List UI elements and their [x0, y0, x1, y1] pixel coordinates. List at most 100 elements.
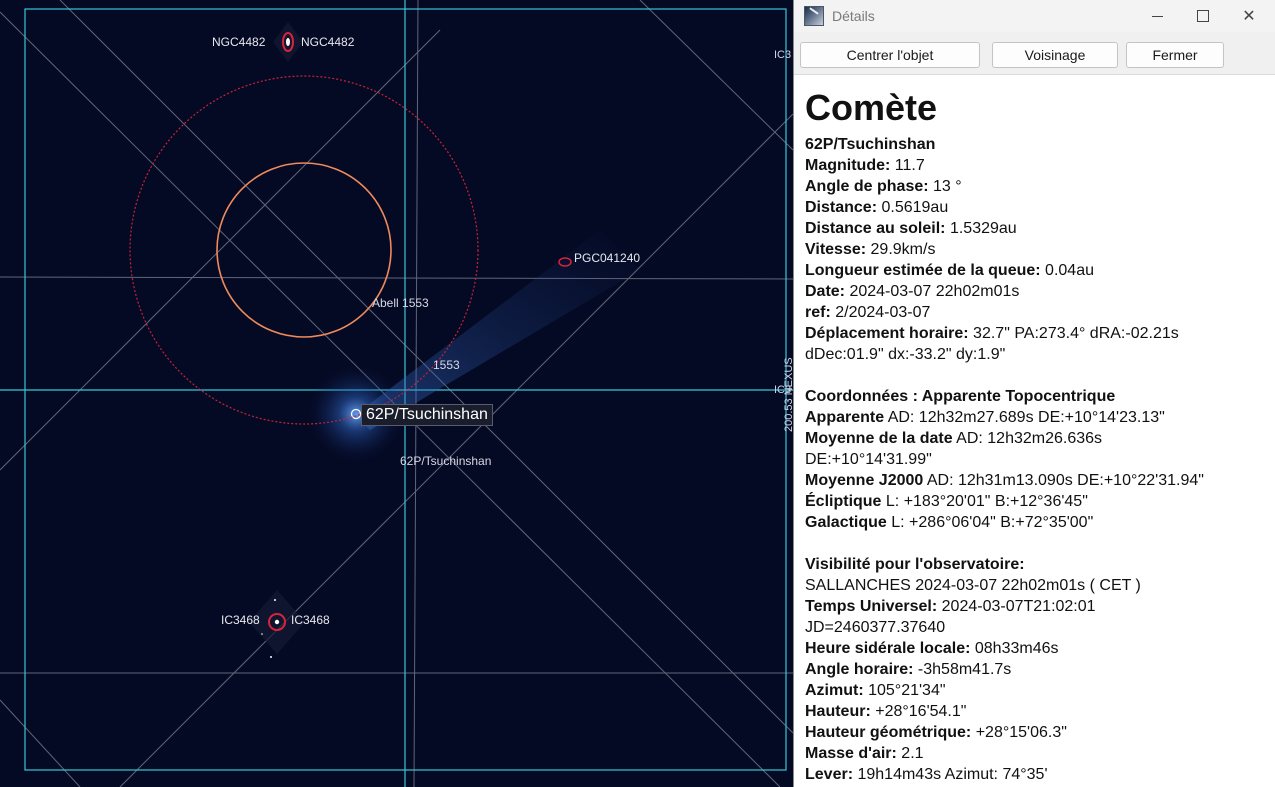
neighborhood-button[interactable]: Voisinage [992, 42, 1118, 68]
visibility-label: Azimut: [805, 682, 864, 699]
coordinate-row: Galactique L: +286°06'04" B:+72°35'00" [805, 512, 1273, 533]
visibility-row: Masse d'air: 2.1 [805, 743, 1273, 764]
coordinate-label: Galactique [805, 514, 887, 531]
property-row: Angle de phase: 13 ° [805, 176, 1273, 197]
coordinate-row: Écliptique L: +183°20'01" B:+12°36'45" [805, 491, 1273, 512]
property-label: Magnitude: [805, 157, 891, 174]
visibility-label: Heure sidérale locale: [805, 640, 971, 657]
visibility-value: 2024-03-07T21:02:01 [937, 598, 1096, 615]
property-row: dDec:01.9" dx:-33.2" dy:1.9" [805, 344, 1273, 365]
coordinate-label: Coordonnées : Apparente Topocentrique [805, 388, 1116, 405]
property-value: 0.04au [1040, 262, 1094, 279]
coordinate-label: Écliptique [805, 493, 882, 510]
visibility-label: Masse d'air: [805, 745, 897, 762]
maximize-button[interactable] [1180, 0, 1226, 32]
property-value: 0.5619au [877, 199, 949, 216]
center-object-button[interactable]: Centrer l'objet [800, 42, 980, 68]
property-row: Déplacement horaire: 32.7" PA:273.4° dRA… [805, 323, 1273, 344]
visibility-row: JD=2460377.37640 [805, 617, 1273, 638]
visibility-row: Angle horaire: -3h58m41.7s [805, 659, 1273, 680]
coordinate-row: Coordonnées : Apparente Topocentrique [805, 386, 1273, 407]
visibility-value: 19h14m43s Azimut: 74°35' [853, 766, 1048, 783]
property-value: 2/2024-03-07 [830, 304, 931, 321]
coordinate-row: Moyenne J2000 AD: 12h31m13.090s DE:+10°2… [805, 470, 1273, 491]
label-1553: 1553 [433, 358, 460, 372]
coordinate-row: DE:+10°14'31.99" [805, 449, 1273, 470]
sky-chart[interactable]: NGC4482 NGC4482 IC3468 IC3468 PGC041240 … [0, 0, 795, 787]
toolbar: Centrer l'objet Voisinage Fermer [794, 32, 1275, 75]
minimize-icon [1151, 15, 1163, 17]
property-row: Magnitude: 11.7 [805, 155, 1273, 176]
visibility-row: Temps Universel: 2024-03-07T21:02:01 [805, 596, 1273, 617]
property-label: Date: [805, 283, 846, 300]
coordinate-value: L: +286°06'04" B:+72°35'00" [886, 514, 1094, 531]
visibility-value: -3h58m41.7s [913, 661, 1012, 678]
label-comet-small: 62P/Tsuchinshan [400, 454, 492, 468]
visibility-label: Visibilité pour l'observatoire: [805, 556, 1025, 573]
visibility-row: Azimut: 105°21'34" [805, 680, 1273, 701]
property-value: 1.5329au [945, 220, 1017, 237]
ngc4482-galaxy [273, 22, 303, 62]
label-edge-ic-top: IC3 [774, 49, 792, 61]
property-row: Vitesse: 29.9km/s [805, 239, 1273, 260]
coordinate-value: AD: 12h31m13.090s DE:+10°22'31.94" [923, 472, 1204, 489]
visibility-value: +28°16'54.1" [870, 703, 967, 720]
sky-chart-canvas[interactable] [0, 0, 793, 787]
coordinate-value: L: +183°20'01" B:+12°36'45" [881, 493, 1088, 510]
close-icon: ✕ [1242, 8, 1256, 25]
window-title: Détails [832, 8, 875, 24]
visibility-value: 2.1 [896, 745, 924, 762]
visibility-row: Heure sidérale locale: 08h33m46s [805, 638, 1273, 659]
coordinate-label: Moyenne de la date [805, 430, 953, 447]
coordinate-row: Apparente AD: 12h32m27.689s DE:+10°14'23… [805, 407, 1273, 428]
property-value: 2024-03-07 22h02m01s [845, 283, 1020, 300]
label-pgc041240: PGC041240 [574, 251, 641, 265]
label-ngc4482-left: NGC4482 [212, 35, 266, 49]
visibility-label: Hauteur géométrique: [805, 724, 972, 741]
coordinate-label: Apparente [805, 409, 885, 426]
visibility-row: Hauteur géométrique: +28°15'06.3" [805, 722, 1273, 743]
property-row: Date: 2024-03-07 22h02m01s [805, 281, 1273, 302]
comet-name-tag[interactable]: 62P/Tsuchinshan [361, 404, 493, 426]
object-type-heading: Comète [805, 87, 938, 128]
property-label: Distance: [805, 199, 878, 216]
property-value: 32.7" PA:273.4° dRA:-02.21s [968, 325, 1179, 342]
visibility-value: JD=2460377.37640 [805, 619, 946, 636]
visibility-row: Lever: 19h14m43s Azimut: 74°35' [805, 764, 1273, 785]
close-window-button[interactable]: ✕ [1226, 0, 1272, 32]
abell-inner-circle [216, 162, 392, 338]
property-row: ref: 2/2024-03-07 [805, 302, 1273, 323]
visibility-label: Temps Universel: [805, 598, 938, 615]
details-window: Détails ✕ Centrer l'objet Voisinage Ferm… [793, 0, 1275, 787]
label-abell-1553: Abell 1553 [372, 296, 429, 310]
minimize-button[interactable] [1134, 0, 1180, 32]
visibility-value: 105°21'34" [863, 682, 946, 699]
label-ic3468-right: IC3468 [291, 613, 330, 627]
close-button[interactable]: Fermer [1126, 42, 1224, 68]
property-row: Distance: 0.5619au [805, 197, 1273, 218]
label-ngc4482-right: NGC4482 [301, 35, 355, 49]
visibility-value: SALLANCHES 2024-03-07 22h02m01s ( CET ) [805, 577, 1141, 594]
visibility-label: Angle horaire: [805, 661, 914, 678]
coordinate-label: Moyenne J2000 [805, 472, 924, 489]
visibility-value: +28°15'06.3" [971, 724, 1067, 741]
property-label: ref: [805, 304, 831, 321]
property-value: 13 ° [928, 178, 962, 195]
object-name: 62P/Tsuchinshan [805, 136, 936, 153]
details-content: Comète 62P/Tsuchinshan Magnitude: 11.7 An… [805, 86, 1273, 785]
property-label: Longueur estimée de la queue: [805, 262, 1041, 279]
coordinate-row: Moyenne de la date AD: 12h32m26.636s [805, 428, 1273, 449]
title-bar[interactable]: Détails ✕ [794, 0, 1275, 32]
visibility-value: 08h33m46s [970, 640, 1059, 657]
label-ic3468-left: IC3468 [221, 613, 260, 627]
visibility-label: Hauteur: [805, 703, 871, 720]
maximize-icon [1197, 10, 1209, 22]
visibility-label: Lever: [805, 766, 854, 783]
coordinate-value: DE:+10°14'31.99" [805, 451, 932, 468]
visibility-row: SALLANCHES 2024-03-07 22h02m01s ( CET ) [805, 575, 1273, 596]
coordinate-value: AD: 12h32m26.636s [952, 430, 1103, 447]
app-icon [804, 6, 824, 26]
visibility-row: Hauteur: +28°16'54.1" [805, 701, 1273, 722]
coordinate-value: AD: 12h32m27.689s DE:+10°14'23.13" [884, 409, 1165, 426]
property-value: 11.7 [890, 157, 925, 174]
